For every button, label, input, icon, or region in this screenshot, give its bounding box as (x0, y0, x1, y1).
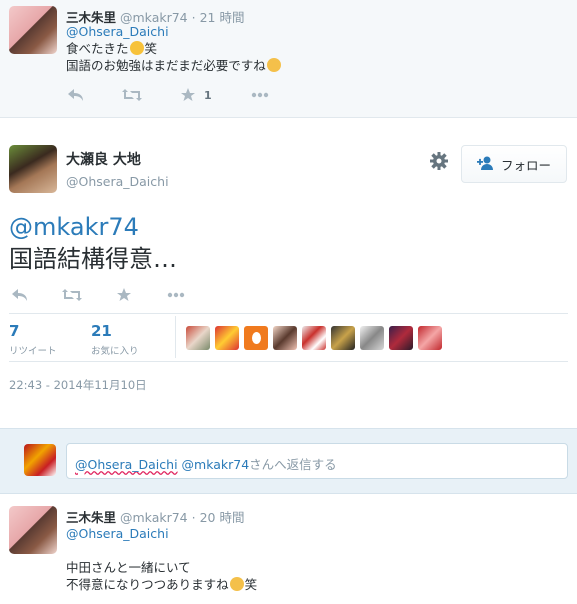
tweet1-mention[interactable]: @Ohsera_Daichi (66, 24, 169, 39)
tweet1-actions: 1 (64, 86, 272, 104)
favoriter-avatar[interactable] (215, 326, 239, 350)
tweet2-header: 三木朱里 @mkakr74 · 20 時間 (66, 507, 244, 526)
main-mention[interactable]: @mkakr74 (9, 212, 139, 242)
tweet2-mention[interactable]: @Ohsera_Daichi (66, 526, 169, 541)
favoriter-avatar[interactable] (302, 326, 326, 350)
main-handle[interactable]: @Ohsera_Daichi (66, 174, 169, 189)
retweets-count[interactable]: 7 (9, 322, 19, 340)
favoriter-avatar[interactable] (244, 326, 268, 350)
favorites-label[interactable]: お気に入り (91, 343, 139, 357)
reply-placeholder-suffix: さんへ返信する (249, 457, 337, 472)
retweets-label[interactable]: リツイート (9, 343, 57, 357)
avatar-mkakr74[interactable] (9, 6, 57, 54)
favoriter-avatar[interactable] (186, 326, 210, 350)
more-icon[interactable] (164, 286, 188, 304)
favorite-icon[interactable] (112, 286, 136, 304)
main-fullname[interactable]: 大瀬良 大地 (66, 149, 141, 169)
tweet1-text: @Ohsera_Daichi 食べたきた笑 国語のお勉強はまだまだ必要ですね (66, 23, 282, 74)
favoriter-avatar[interactable] (360, 326, 384, 350)
tweet2-time[interactable]: 20 時間 (200, 510, 245, 525)
favoriter-avatar[interactable] (418, 326, 442, 350)
more-icon[interactable] (248, 86, 272, 104)
follow-button[interactable]: フォロー (461, 145, 567, 183)
tweet2-text: 中田さんと一緒にいて 不得意になりつつありますね笑 (66, 559, 257, 593)
reply-mention-1: @Ohsera_Daichi (75, 457, 178, 472)
retweet-icon[interactable] (120, 86, 144, 104)
tweet2-separator: · (191, 510, 196, 525)
reply-icon[interactable] (64, 86, 88, 104)
avatar-mkakr74[interactable] (9, 506, 57, 554)
tweet2-line2a: 不得意になりつつありますね (66, 577, 229, 592)
tweet1-line1b: 笑 (144, 41, 158, 56)
tweet2-handle[interactable]: @mkakr74 (120, 510, 188, 525)
reply-icon[interactable] (8, 286, 32, 304)
sad-emoji-icon (229, 577, 244, 591)
favorites-count[interactable]: 21 (91, 322, 112, 340)
retweet-icon[interactable] (60, 286, 84, 304)
favoriter-avatar[interactable] (273, 326, 297, 350)
tweet2-mention-row: @Ohsera_Daichi (66, 525, 169, 542)
favorite-icon[interactable] (176, 86, 200, 104)
follow-label: フォロー (500, 157, 551, 173)
sad-emoji-icon (266, 58, 281, 72)
sunglasses-emoji-icon (129, 41, 144, 55)
current-user-avatar (24, 444, 56, 476)
tweet2-line1: 中田さんと一緒にいて (66, 560, 191, 575)
main-actions (8, 286, 188, 304)
tweet1-line2: 国語のお勉強はまだまだ必要ですね (66, 58, 266, 73)
tweet2-fullname[interactable]: 三木朱里 (66, 510, 116, 525)
tweet1-fav-count: 1 (204, 88, 212, 102)
stats-bottom-divider (9, 361, 568, 362)
avatar-ohsera[interactable] (9, 145, 57, 193)
gear-icon[interactable] (428, 150, 450, 172)
follow-person-icon (476, 156, 495, 173)
favoriter-avatar[interactable] (389, 326, 413, 350)
main-timestamp[interactable]: 22:43 - 2014年11月10日 (9, 377, 147, 393)
reply-mention-2: @mkakr74 (181, 457, 250, 472)
tweet1-line1a: 食べたきた (66, 41, 129, 56)
main-text: 国語結構得意… (9, 245, 177, 273)
tweet2-line2b: 笑 (244, 577, 258, 592)
favoriter-avatar[interactable] (331, 326, 355, 350)
stats-divider (175, 316, 176, 358)
stats-top-divider (9, 313, 568, 314)
reply-input[interactable]: @Ohsera_Daichi @mkakr74さんへ返信する (66, 443, 568, 479)
